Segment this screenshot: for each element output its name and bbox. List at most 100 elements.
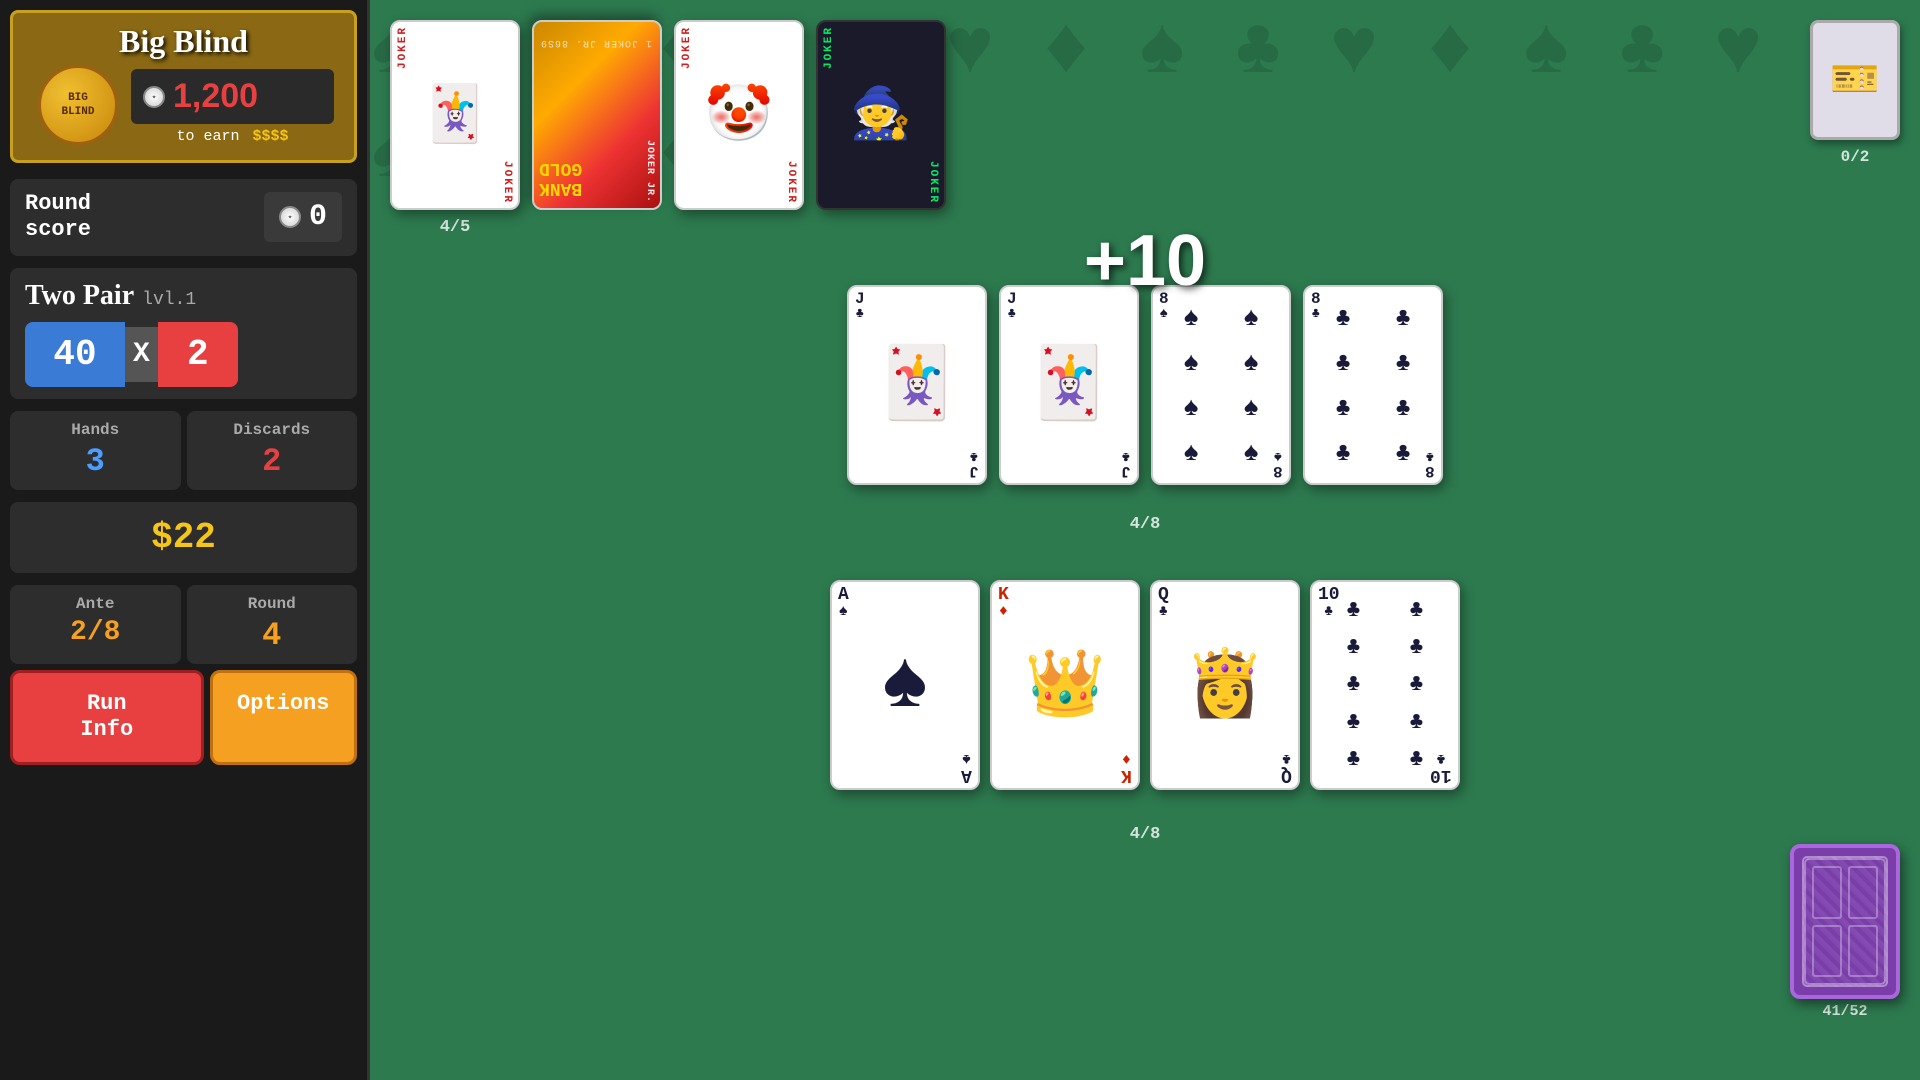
- money-value: $22: [25, 517, 342, 558]
- joker3-art: 🤡: [676, 22, 802, 208]
- card2-br: J ♣: [1121, 449, 1131, 479]
- played-cards: J ♣ 🃏 J ♣ J ♣ 🃏 J ♣: [847, 285, 1443, 485]
- round-score-section: Roundscore ✦ 0: [10, 179, 357, 256]
- deck-card[interactable]: [1790, 844, 1900, 999]
- joker-card-4[interactable]: JOKER JOKER 🧙: [816, 20, 946, 210]
- joker-area: JOKER JOKER 🃏 4/5 JOKER JR. BANKGOLD 1 J…: [390, 20, 1900, 237]
- round-score-value-box: ✦ 0: [264, 192, 342, 242]
- run-info-btn[interactable]: RunInfo: [10, 670, 204, 765]
- round-score-label: Roundscore: [25, 191, 91, 244]
- earn-value: $$$$: [253, 128, 289, 145]
- played-card-2[interactable]: J ♣ 🃏 J ♣: [999, 285, 1139, 485]
- ante-box: Ante 2/8: [10, 585, 181, 664]
- round-box: Round 4: [187, 585, 358, 664]
- hand-card-3[interactable]: Q ♣ 👸 Q ♣: [1150, 580, 1300, 790]
- joker2-label: JOKER JR.: [644, 140, 655, 203]
- right-buttons: Options: [210, 670, 358, 765]
- played-cards-wrapper: J ♣ 🃏 J ♣ J ♣ 🃏 J ♣: [847, 285, 1443, 534]
- joker-slot-3[interactable]: JOKER JOKER 🤡: [674, 20, 804, 210]
- hand-card-4[interactable]: 10 ♣ ♣♣ ♣♣ ♣♣ ♣♣ ♣♣ 10 ♣: [1310, 580, 1460, 790]
- voucher-card[interactable]: 🎫: [1810, 20, 1900, 140]
- hand-values-row: 40 X 2: [25, 322, 342, 387]
- played-card-4[interactable]: 8 ♣ ♣♣ ♣♣ ♣♣ ♣♣ 8 ♣: [1303, 285, 1443, 485]
- joker-card-2[interactable]: JOKER JR. BANKGOLD 1 JOKER JR. 86S9: [532, 20, 662, 210]
- joker-slots: JOKER JOKER 🃏 4/5 JOKER JR. BANKGOLD 1 J…: [390, 20, 946, 237]
- hcard1-br: A ♠: [961, 751, 972, 784]
- hand-section: Two Pair lvl.1 40 X 2: [10, 268, 357, 399]
- hcard1-center: ♠: [832, 582, 978, 788]
- blind-score-value: 1,200: [173, 77, 258, 116]
- main-area: JOKER JOKER 🃏 4/5 JOKER JR. BANKGOLD 1 J…: [370, 0, 1920, 1080]
- joker3-label-br: JOKER: [785, 161, 797, 204]
- blind-earn-row: to earn $$$$: [131, 128, 334, 145]
- ante-value: 2/8: [25, 617, 166, 648]
- hcard1-tl: A ♠: [838, 586, 849, 619]
- deck-count: 41/52: [1822, 1003, 1867, 1020]
- joker2-bank: BANKGOLD: [539, 158, 582, 198]
- hands-label: Hands: [25, 421, 166, 439]
- card4-br: 8 ♣: [1425, 449, 1435, 479]
- deck-diamonds: [1812, 866, 1878, 977]
- joker-card-1[interactable]: JOKER JOKER 🃏: [390, 20, 520, 210]
- voucher-area: 🎫 0/2: [1810, 20, 1900, 166]
- hcard3-tl: Q ♣: [1158, 586, 1169, 619]
- joker-card-3[interactable]: JOKER JOKER 🤡: [674, 20, 804, 210]
- joker4-label-br: JOKER: [927, 161, 939, 204]
- joker4-label-tl: JOKER: [823, 26, 835, 69]
- chip-icon: ✦: [143, 86, 165, 108]
- voucher-stack: 🎫 0/2: [1810, 20, 1900, 166]
- joker-slot-1[interactable]: JOKER JOKER 🃏 4/5: [390, 20, 520, 237]
- stats-row: Hands 3 Discards 2: [10, 411, 357, 490]
- discards-stat: Discards 2: [187, 411, 358, 490]
- played-card-3[interactable]: 8 ♠ ♠♠ ♠♠ ♠♠ ♠♠ 8 ♠: [1151, 285, 1291, 485]
- card4-tl: 8 ♣: [1311, 291, 1321, 321]
- hcard4-tl: 10 ♣: [1318, 586, 1340, 619]
- card3-br: 8 ♠: [1273, 449, 1283, 479]
- card4-pips: ♣♣ ♣♣ ♣♣ ♣♣: [1305, 287, 1441, 483]
- hand-card-1[interactable]: A ♠ ♠ A ♠: [830, 580, 980, 790]
- joker1-art: 🃏: [392, 22, 518, 208]
- earn-label: to earn: [176, 128, 239, 145]
- blind-header: Big Blind BIGBLIND ✦ 1,200 to earn $$$$: [10, 10, 357, 163]
- blind-title: Big Blind: [28, 23, 339, 60]
- money-box: $22: [10, 502, 357, 573]
- blind-info-row: BIGBLIND ✦ 1,200 to earn $$$$: [28, 60, 339, 150]
- hand-mult-x: X: [125, 327, 158, 382]
- blind-score-box: ✦ 1,200: [131, 69, 334, 124]
- joker-slot-2[interactable]: JOKER JR. BANKGOLD 1 JOKER JR. 86S9: [532, 20, 662, 210]
- hand-count: 4/8: [830, 825, 1460, 844]
- discards-value: 2: [202, 443, 343, 480]
- options-btn[interactable]: Options: [210, 670, 358, 765]
- joker4-art: 🧙: [818, 22, 944, 208]
- card1-br: J ♣: [969, 449, 979, 479]
- action-buttons: RunInfo Options: [10, 670, 357, 765]
- card2-tl: J ♣: [1007, 291, 1017, 321]
- card1-face: 🃏: [849, 287, 985, 483]
- round-chip-icon: ✦: [279, 206, 301, 228]
- round-label: Round: [202, 595, 343, 613]
- joker3-label-tl: JOKER: [681, 26, 693, 69]
- played-card-1[interactable]: J ♣ 🃏 J ♣: [847, 285, 987, 485]
- card3-pips: ♠♠ ♠♠ ♠♠ ♠♠: [1153, 287, 1289, 483]
- played-count: 4/8: [847, 515, 1443, 534]
- hcard2-tl: K ♦: [998, 586, 1009, 619]
- joker1-label-tl: JOKER: [397, 26, 409, 69]
- joker1-label-br: JOKER: [501, 161, 513, 204]
- card1-tl: J ♣: [855, 291, 865, 321]
- voucher-count: 0/2: [1841, 148, 1870, 166]
- hcard3-face: 👸: [1152, 582, 1298, 788]
- joker-count: 4/5: [440, 218, 471, 237]
- round-value: 4: [202, 617, 343, 654]
- hand-level: lvl.1: [142, 290, 196, 310]
- hcard3-br: Q ♣: [1281, 751, 1292, 784]
- hcard2-face: 👑: [992, 582, 1138, 788]
- plus-score: +10: [1084, 220, 1206, 302]
- joker-slot-4[interactable]: JOKER JOKER 🧙: [816, 20, 946, 210]
- hand-cards: A ♠ ♠ A ♠ K ♦ 👑 K ♦: [830, 580, 1460, 790]
- discards-label: Discards: [202, 421, 343, 439]
- joker2-num: 1 JOKER JR. 86S9: [540, 37, 652, 48]
- ante-round-row: Ante 2/8 Round 4: [10, 585, 357, 664]
- deck-area[interactable]: 41/52: [1790, 844, 1900, 1020]
- hand-card-2[interactable]: K ♦ 👑 K ♦: [990, 580, 1140, 790]
- hands-stat: Hands 3: [10, 411, 181, 490]
